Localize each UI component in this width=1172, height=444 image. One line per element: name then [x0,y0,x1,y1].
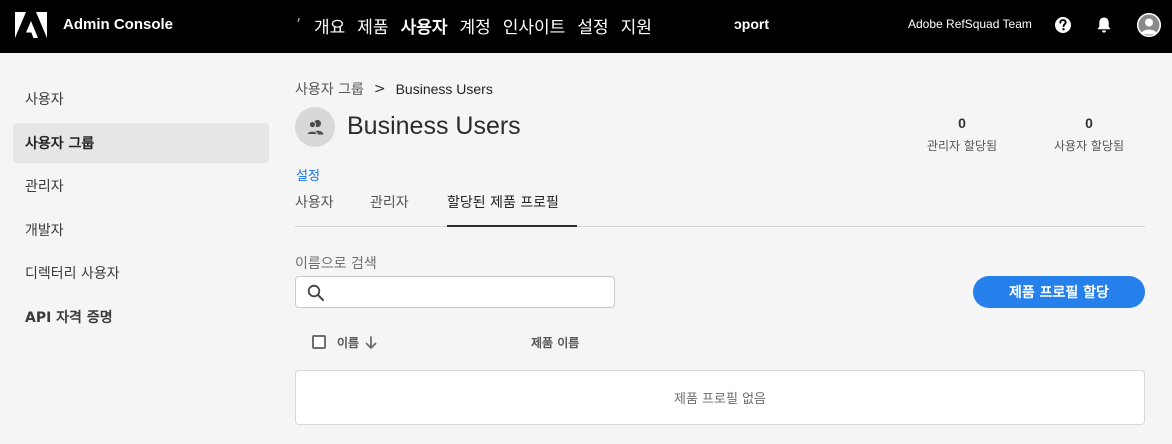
nav-item-products[interactable]: 제품 [357,13,388,39]
nav-item-partial[interactable]: ʼ [296,15,301,34]
top-nav: 개요 제품 사용자 계정 인사이트 설정 지원 ɔport [314,13,769,39]
column-header-product-name: 제품 이름 [531,334,579,351]
breadcrumb: 사용자 그룹 > Business Users [295,79,493,99]
sidebar-item-user-groups[interactable]: 사용자 그룹 [13,122,269,163]
search-label: 이름으로 검색 [295,256,377,272]
search-input[interactable] [332,277,608,307]
bell-icon[interactable] [1094,15,1114,35]
tab-assigned-product-profiles[interactable]: 할당된 제품 프로필 [447,192,577,227]
chevron-right-icon: > [373,81,386,97]
sidebar-item-api-credentials[interactable]: API 자격 증명 [13,297,269,337]
stat-value: 0 [1085,115,1093,131]
stat-admins-assigned: 0 관리자 할당됨 [902,115,1022,154]
sidebar-item-users[interactable]: 사용자 [13,79,269,119]
nav-item-support[interactable]: 지원 [621,13,652,39]
stat-label: 관리자 할당됨 [926,139,998,153]
user-group-icon [306,119,324,135]
tab-admins[interactable]: 관리자 [370,192,409,227]
search-field[interactable] [295,276,615,308]
empty-state: 제품 프로필 없음 [295,370,1145,425]
sort-descending-icon [365,335,377,349]
sidebar-item-admins[interactable]: 관리자 [13,166,269,206]
tab-bar: 사용자 관리자 할당된 제품 프로필 [295,192,1145,227]
sidebar-item-directory-users[interactable]: 디렉터리 사용자 [13,253,269,293]
nav-item-users[interactable]: 사용자 [401,13,448,39]
assign-product-profile-button[interactable]: 제품 프로필 할당 [973,276,1145,308]
stat-label: 사용자 할당됨 [1053,139,1125,153]
tab-users[interactable]: 사용자 [295,192,334,227]
search-icon [307,284,324,301]
nav-item-clipped[interactable]: ɔport [734,16,769,32]
nav-item-settings[interactable]: 설정 [577,13,608,39]
adobe-logo-icon[interactable] [15,12,47,38]
help-icon[interactable] [1053,15,1073,35]
stat-value: 0 [958,115,966,131]
breadcrumb-parent-link[interactable]: 사용자 그룹 [295,79,364,99]
org-switcher[interactable]: Adobe RefSquad Team [908,17,1032,31]
breadcrumb-current: Business Users [395,81,493,97]
group-avatar [295,107,335,147]
stat-users-assigned: 0 사용자 할당됨 [1029,115,1149,154]
select-all-checkbox[interactable] [312,335,326,349]
page-title: Business Users [347,112,521,140]
column-header-name[interactable]: 이름 [337,334,377,351]
user-avatar-icon[interactable] [1137,13,1161,37]
settings-link[interactable]: 설정 [296,165,320,184]
sidebar-item-developers[interactable]: 개발자 [13,210,269,250]
sidebar: 사용자 사용자 그룹 관리자 개발자 디렉터리 사용자 API 자격 증명 [13,79,269,340]
nav-item-overview[interactable]: 개요 [314,13,345,39]
column-header-label: 이름 [337,336,360,350]
empty-state-message: 제품 프로필 없음 [674,392,766,407]
nav-item-account[interactable]: 계정 [459,13,490,39]
column-header-label: 제품 이름 [531,336,580,350]
nav-item-insights[interactable]: 인사이트 [503,13,566,39]
top-bar: Admin Console ʼ 개요 제품 사용자 계정 인사이트 설정 지원 … [0,0,1172,53]
app-title[interactable]: Admin Console [63,16,173,33]
